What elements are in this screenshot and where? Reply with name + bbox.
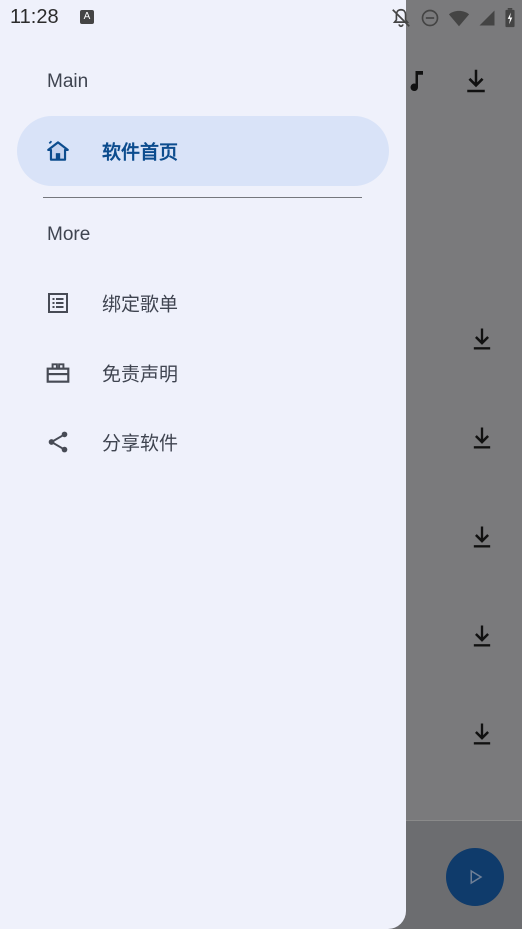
nav-item-home[interactable]: 软件首页 <box>17 116 389 186</box>
signal-icon <box>479 10 495 26</box>
bell-off-icon <box>392 8 410 28</box>
do-not-disturb-icon <box>421 9 439 27</box>
share-icon <box>45 429 71 455</box>
download-icon[interactable] <box>468 424 496 452</box>
nav-label-home: 软件首页 <box>102 141 179 164</box>
section-title-main: Main <box>47 71 89 92</box>
download-icon[interactable] <box>468 622 496 650</box>
play-button[interactable] <box>446 848 504 906</box>
download-icon[interactable] <box>468 325 496 353</box>
divider <box>43 197 362 198</box>
list-icon <box>45 290 71 316</box>
home-icon <box>45 138 71 164</box>
nav-item-share[interactable]: 分享软件 <box>17 407 389 477</box>
notification-badge: A <box>80 10 94 24</box>
battery-icon <box>505 8 515 28</box>
status-bar: 11:28 A <box>0 0 522 36</box>
status-time: 11:28 <box>10 6 59 28</box>
nav-label-bind-playlist: 绑定歌单 <box>102 293 179 316</box>
nav-label-share: 分享软件 <box>102 432 179 455</box>
play-icon <box>470 869 483 885</box>
navigation-drawer: Main 软件首页 More 绑定歌单 免责声明 分享软件 <box>0 0 406 929</box>
gift-icon <box>45 360 71 386</box>
wifi-icon <box>448 10 470 27</box>
status-icons <box>390 7 516 29</box>
download-icon[interactable] <box>461 66 491 96</box>
download-icon[interactable] <box>468 523 496 551</box>
nav-label-disclaimer: 免责声明 <box>102 363 179 386</box>
nav-item-disclaimer[interactable]: 免责声明 <box>17 338 389 408</box>
section-title-more: More <box>47 224 91 245</box>
nav-item-bind-playlist[interactable]: 绑定歌单 <box>17 268 389 338</box>
download-icon[interactable] <box>468 720 496 748</box>
